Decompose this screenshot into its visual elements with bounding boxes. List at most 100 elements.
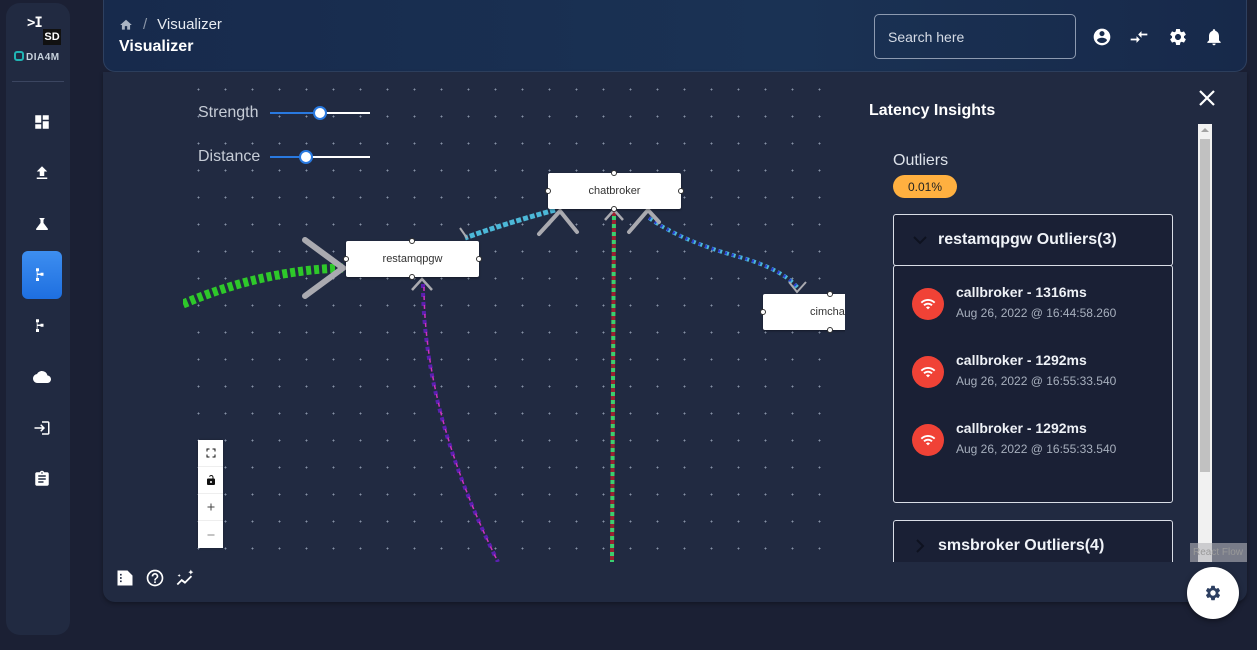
close-button[interactable] [1197, 88, 1219, 110]
plus-icon [207, 503, 214, 511]
node-handle[interactable] [476, 256, 482, 262]
compare-arrows-icon [1130, 31, 1148, 43]
zoom-out-button[interactable] [198, 521, 223, 548]
react-flow-attribution[interactable]: React Flow [1190, 543, 1247, 562]
strength-label: Strength [198, 104, 259, 121]
node-label: restamqpgw [382, 253, 443, 265]
bottom-toolbar [115, 568, 195, 588]
zoom-in-button[interactable] [198, 494, 223, 521]
sidebar-item-lab[interactable] [22, 200, 62, 248]
sidebar-item-dashboard[interactable] [22, 98, 62, 146]
home-icon[interactable] [119, 18, 133, 32]
node-handle[interactable] [545, 188, 551, 194]
logo[interactable]: >I SD DIA4M [6, 3, 70, 79]
compare-button[interactable] [1129, 27, 1149, 47]
settings-fab[interactable] [1187, 567, 1239, 619]
scroll-up-icon[interactable] [1201, 128, 1209, 132]
header: / Visualizer Visualizer [103, 0, 1247, 72]
node-handle[interactable] [611, 170, 617, 176]
node-handle[interactable] [678, 188, 684, 194]
accordion-title: restamqpgw Outliers(3) [938, 231, 1117, 248]
sidebar-item-visualizer[interactable] [22, 251, 62, 299]
distance-thumb[interactable] [299, 150, 313, 164]
collapse-icon[interactable]: >I [27, 15, 43, 31]
distance-slider[interactable]: Distance [198, 148, 370, 166]
accordion-header[interactable]: smsbroker Outliers(4) [894, 521, 1172, 562]
fullscreen-icon [206, 448, 215, 458]
account-button[interactable] [1092, 27, 1112, 47]
file-icon[interactable] [115, 568, 135, 588]
alert-avatar [912, 424, 944, 456]
sidebar-item-upload[interactable] [22, 149, 62, 197]
sidebar-item-login[interactable] [22, 404, 62, 452]
outlier-time: Aug 26, 2022 @ 16:55:33.540 [956, 442, 1117, 456]
wifi-off-icon [920, 366, 936, 378]
outlier-title: callbroker - 1316ms [956, 284, 1087, 300]
hierarchy-icon [36, 268, 44, 281]
breadcrumb-current[interactable]: Visualizer [157, 16, 222, 33]
accordion-body: callbroker - 1316ms Aug 26, 2022 @ 16:44… [893, 265, 1173, 503]
strength-slider[interactable]: Strength [198, 104, 370, 122]
minus-icon [207, 534, 214, 535]
account-circle-icon [1093, 28, 1111, 46]
strength-thumb[interactable] [313, 106, 327, 120]
chevron-down-icon [913, 236, 927, 245]
accordion-restamqpgw[interactable]: restamqpgw Outliers(3) [893, 214, 1173, 266]
sidebar-item-cloud[interactable] [22, 353, 62, 401]
cloud-icon [33, 371, 51, 383]
edge-purple-accent [423, 286, 499, 562]
node-handle[interactable] [611, 206, 617, 212]
sidebar-item-topology[interactable] [22, 302, 62, 350]
distance-track[interactable] [270, 150, 370, 164]
outlier-item[interactable]: callbroker - 1292ms Aug 26, 2022 @ 16:55… [912, 420, 1116, 456]
node-handle[interactable] [760, 309, 766, 315]
accordion-header[interactable]: restamqpgw Outliers(3) [894, 215, 1172, 265]
outlier-title: callbroker - 1292ms [956, 420, 1087, 436]
login-icon [34, 421, 50, 435]
node-handle[interactable] [343, 256, 349, 262]
settings-button[interactable] [1168, 27, 1188, 47]
node-handle[interactable] [827, 291, 833, 297]
scroll-thumb[interactable] [1200, 139, 1210, 472]
edge-blue[interactable] [647, 216, 800, 290]
latency-insights-panel: Latency Insights Outliers 0.01% restamqp… [855, 72, 1245, 562]
unlock-icon [206, 475, 215, 485]
node-handle[interactable] [409, 238, 415, 244]
clipboard-icon [35, 470, 49, 486]
scrollbar[interactable] [1198, 124, 1212, 562]
accordion-smsbroker[interactable]: smsbroker Outliers(4) [893, 520, 1173, 562]
hierarchy-icon [36, 319, 44, 332]
search-input[interactable] [874, 14, 1076, 59]
outlier-item[interactable]: callbroker - 1292ms Aug 26, 2022 @ 16:55… [912, 352, 1116, 388]
outlier-time: Aug 26, 2022 @ 16:55:33.540 [956, 374, 1117, 388]
outliers-badge: 0.01% [893, 175, 957, 198]
fit-view-button[interactable] [198, 440, 223, 467]
divider [12, 81, 64, 82]
lock-button[interactable] [198, 467, 223, 494]
analytics-sparkle-icon[interactable] [175, 568, 195, 588]
flow-canvas[interactable]: Strength Distance chatbroker restamqpgw [183, 72, 845, 562]
gear-icon [1170, 28, 1186, 45]
node-label: cimcha [810, 306, 845, 318]
breadcrumb: / Visualizer [119, 16, 222, 33]
outlier-time: Aug 26, 2022 @ 16:44:58.260 [956, 306, 1117, 320]
node-handle[interactable] [409, 274, 415, 280]
strength-track[interactable] [270, 106, 370, 120]
sidebar-item-reports[interactable] [22, 455, 62, 503]
alert-avatar [912, 356, 944, 388]
node-handle[interactable] [827, 327, 833, 333]
bell-icon [1207, 29, 1221, 46]
node-restamqpgw[interactable]: restamqpgw [343, 238, 482, 280]
gear-icon [1205, 585, 1221, 601]
notifications-button[interactable] [1204, 27, 1224, 47]
edge-purple[interactable] [421, 283, 500, 562]
sidebar: >I SD DIA4M [6, 3, 70, 635]
sd-logo: SD [43, 29, 61, 45]
main-panel: Strength Distance chatbroker restamqpgw [103, 72, 1247, 602]
help-icon[interactable] [145, 568, 165, 588]
node-cimchat[interactable]: cimcha [760, 291, 845, 333]
brand-logo: DIA4M [14, 51, 60, 63]
outlier-item[interactable]: callbroker - 1316ms Aug 26, 2022 @ 16:44… [912, 284, 1116, 320]
node-chatbroker[interactable]: chatbroker [545, 170, 684, 212]
flow-controls [198, 440, 223, 548]
